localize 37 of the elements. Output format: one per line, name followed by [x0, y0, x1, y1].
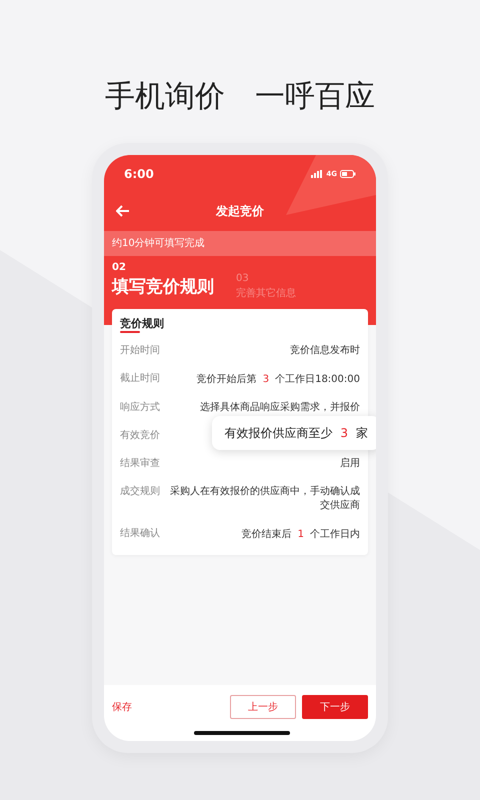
step-number: 03 — [236, 272, 249, 286]
callout-text: 家 — [356, 425, 368, 442]
signal-icon — [311, 170, 324, 178]
save-link[interactable]: 保存 — [112, 700, 132, 714]
rule-value: 竞价结束后 — [242, 528, 292, 542]
nav-title: 发起竞价 — [216, 203, 264, 220]
rule-label: 结果审查 — [120, 457, 160, 471]
status-time: 6:00 — [124, 166, 154, 183]
next-button[interactable]: 下一步 — [302, 695, 368, 719]
rule-value: 选择具体商品响应采购需求，并报价 — [200, 401, 360, 415]
title-underline — [120, 331, 140, 333]
rule-label: 响应方式 — [120, 401, 160, 415]
rule-label: 成交规则 — [120, 485, 160, 499]
rule-value: 竞价信息发布时 — [290, 344, 360, 358]
headline: 一呼百应 — [255, 78, 375, 116]
card-title: 竞价规则 — [120, 317, 164, 330]
callout-text: 有效报价供应商至少 — [224, 425, 332, 442]
rule-label: 截止时间 — [120, 372, 160, 386]
step-number: 02 — [112, 261, 126, 275]
rule-value: 采购人在有效报价的供应商中，手动确认成交供应商 — [170, 485, 360, 513]
rule-label: 开始时间 — [120, 344, 160, 358]
rule-label: 有效竞价 — [120, 429, 160, 443]
rule-value: 个工作日内 — [310, 528, 360, 542]
count-number: 3 — [262, 373, 270, 387]
count-number: 1 — [298, 528, 304, 542]
rule-value: 个工作日18:00:00 — [275, 373, 360, 387]
rule-value: 竞价开始后第 — [196, 372, 257, 387]
rule-value: 启用 — [340, 457, 360, 471]
step-label: 完善其它信息 — [236, 286, 296, 300]
count-number: 3 — [340, 425, 348, 442]
rule-label: 结果确认 — [120, 527, 160, 541]
prev-button[interactable]: 上一步 — [230, 695, 296, 719]
back-icon[interactable] — [116, 205, 130, 217]
notice-bar: 约10分钟可填写完成 — [104, 231, 376, 256]
step-label: 填写竞价规则 — [112, 276, 214, 299]
headline: 手机询价 — [105, 78, 225, 116]
battery-icon — [340, 170, 356, 178]
